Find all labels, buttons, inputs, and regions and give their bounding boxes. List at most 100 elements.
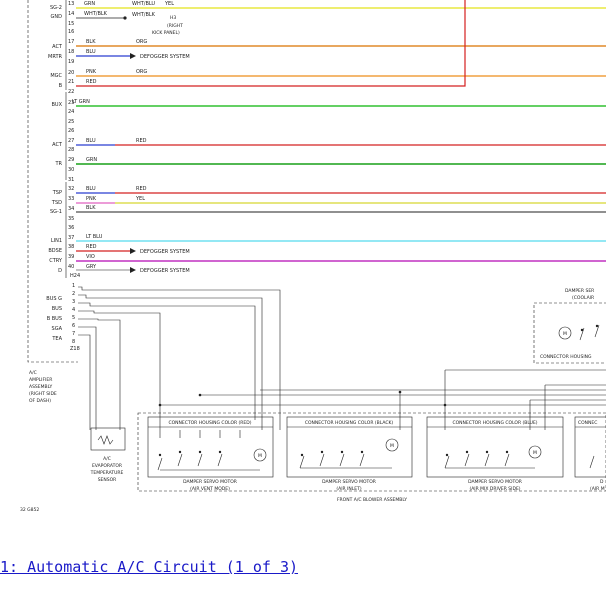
svg-text:OF DASH): OF DASH) <box>29 398 51 404</box>
svg-text:3: 3 <box>72 299 75 305</box>
svg-text:28: 28 <box>68 147 74 153</box>
evap-line-4: SENSOR <box>98 477 117 483</box>
signal-bux: BUX <box>51 102 62 108</box>
svg-text:2: 2 <box>72 291 75 297</box>
svg-text:17: 17 <box>68 39 74 45</box>
svg-text:36: 36 <box>68 225 74 231</box>
note-h3: H3 <box>170 15 176 21</box>
pin-numbers: 13 14 15 16 17 18 19 20 21 22 23 24 25 2… <box>68 1 75 345</box>
wire-label-wht-blk: WHT/BLK <box>84 11 108 17</box>
wire-label-vio: VIO <box>86 254 95 260</box>
wire-label-blu: BLU <box>86 49 96 55</box>
signal-gnd: GND <box>51 14 63 20</box>
svg-text:CONNECTOR HOUSING: CONNECTOR HOUSING <box>540 354 592 360</box>
svg-text:M: M <box>563 331 567 337</box>
svg-text:AMPLIFIER: AMPLIFIER <box>29 377 52 383</box>
svg-text:8: 8 <box>72 339 75 345</box>
wire-label-grn-2: GRN <box>86 157 97 163</box>
svg-text:24: 24 <box>68 109 74 115</box>
wire-label-grn: GRN <box>84 1 95 7</box>
signal-tsp: TSP <box>52 190 62 196</box>
signal-tr: TR <box>54 161 62 167</box>
signal-b-bus: B BUS <box>47 316 62 322</box>
connector-id: H24 <box>70 273 80 279</box>
wire-label-blk: BLK <box>86 39 96 45</box>
svg-text:A/C: A/C <box>29 370 37 376</box>
svg-text:19: 19 <box>68 59 74 65</box>
svg-text:4: 4 <box>72 307 75 313</box>
connector-blue-label: CONNECTOR HOUSING COLOR (BLUE) <box>452 420 537 426</box>
motor-vent-2: (AIR VENT MODE) <box>190 486 230 492</box>
wire-label-lt-grn: LT GRN <box>72 99 90 105</box>
connector-black: CONNECTOR HOUSING COLOR (BLACK) M DAMPER… <box>286 416 413 492</box>
svg-text:7: 7 <box>72 331 75 337</box>
signal-lin1: LIN1 <box>51 238 62 244</box>
note-defogger-2: DEFOGGER SYSTEM <box>140 249 190 255</box>
signal-tsd: TSD <box>51 200 62 206</box>
wire-label-blu-3: BLU <box>86 186 96 192</box>
signal-bus: BUS <box>52 306 62 312</box>
svg-text:32: 32 <box>68 186 74 192</box>
svg-text:DAMPER SER: DAMPER SER <box>565 288 594 294</box>
note-defogger-3: DEFOGGER SYSTEM <box>140 268 190 274</box>
svg-text:14: 14 <box>68 11 74 17</box>
wire-label-red: RED <box>86 79 97 85</box>
figure-caption-link[interactable]: 1: Automatic A/C Circuit (1 of 3) <box>0 558 298 576</box>
svg-text:22: 22 <box>68 89 74 95</box>
signal-act: ACT <box>52 44 63 50</box>
svg-text:(RIGHT SIDE: (RIGHT SIDE <box>29 391 57 397</box>
connector-blue: CONNECTOR HOUSING COLOR (BLUE) M DAMPER … <box>426 416 564 492</box>
svg-text:5: 5 <box>72 315 75 321</box>
motor-inlet-1: DAMPER SERVO MOTOR <box>322 479 376 485</box>
motor-mix-1: DAMPER SERVO MOTOR <box>468 479 522 485</box>
svg-text:21: 21 <box>68 79 74 85</box>
svg-text:37: 37 <box>68 235 74 241</box>
wire-label-pnk: PNK <box>86 69 97 75</box>
signal-mgc: MGC <box>50 73 62 79</box>
evap-line-1: A/C <box>103 456 111 462</box>
note-kick-panel: KICK PANEL) <box>152 30 180 36</box>
wire-label-blk-2: BLK <box>86 205 96 211</box>
connector-red-label: CONNECTOR HOUSING COLOR (RED) <box>168 420 251 426</box>
note-defogger-1: DEFOGGER SYSTEM <box>140 54 190 60</box>
wire-label-blu-2: BLU <box>86 138 96 144</box>
svg-text:34: 34 <box>68 206 74 212</box>
amplifier-label: A/C AMPLIFIER ASSEMBLY (RIGHT SIDE OF DA… <box>29 370 57 404</box>
svg-text:38: 38 <box>68 244 74 250</box>
wiring-diagram: 13 14 15 16 17 18 19 20 21 22 23 24 25 2… <box>20 0 606 513</box>
svg-text:40: 40 <box>68 264 74 270</box>
svg-text:(AIR M: (AIR M <box>590 486 605 492</box>
wire-label-pnk-2: PNK <box>86 196 97 202</box>
signal-act-2: ACT <box>52 142 63 148</box>
connector-id-2: Z18 <box>70 346 80 352</box>
signal-sg1: SG-1 <box>50 209 62 215</box>
wire-label-red-3: RED <box>136 186 147 192</box>
svg-text:ASSEMBLY: ASSEMBLY <box>29 384 53 390</box>
signal-sg2: SG-2 <box>50 5 62 11</box>
svg-text:13: 13 <box>68 1 74 7</box>
wires <box>76 0 606 273</box>
wire-label-gry: GRY <box>86 264 97 270</box>
svg-text:16: 16 <box>68 29 74 35</box>
bus-wiring <box>78 286 606 430</box>
signal-b: B <box>59 83 63 89</box>
svg-text:M: M <box>258 453 262 459</box>
svg-text:6: 6 <box>72 323 75 329</box>
connector-partial-right: CONNEC D (AIR M <box>574 416 606 492</box>
wire-label-red-2: RED <box>136 138 147 144</box>
svg-text:29: 29 <box>68 157 74 163</box>
wire-label-red-4: RED <box>86 244 97 250</box>
signal-ctry: CTRY <box>49 258 63 264</box>
wire-label-wht-blk-2: WHT/BLK <box>132 12 156 18</box>
svg-text:27: 27 <box>68 138 74 144</box>
evap-line-3: TEMPERATURE <box>90 470 124 476</box>
signal-bdse: BDSE <box>48 248 62 254</box>
wire-label-wht-blu: WHT/BLU <box>132 1 155 7</box>
signal-sga: SGA <box>52 326 63 332</box>
svg-text:30: 30 <box>68 167 74 173</box>
motor-vent-1: DAMPER SERVO MOTOR <box>183 479 237 485</box>
svg-text:31: 31 <box>68 177 74 183</box>
svg-text:25: 25 <box>68 119 74 125</box>
svg-text:39: 39 <box>68 254 74 260</box>
svg-text:26: 26 <box>68 128 74 134</box>
